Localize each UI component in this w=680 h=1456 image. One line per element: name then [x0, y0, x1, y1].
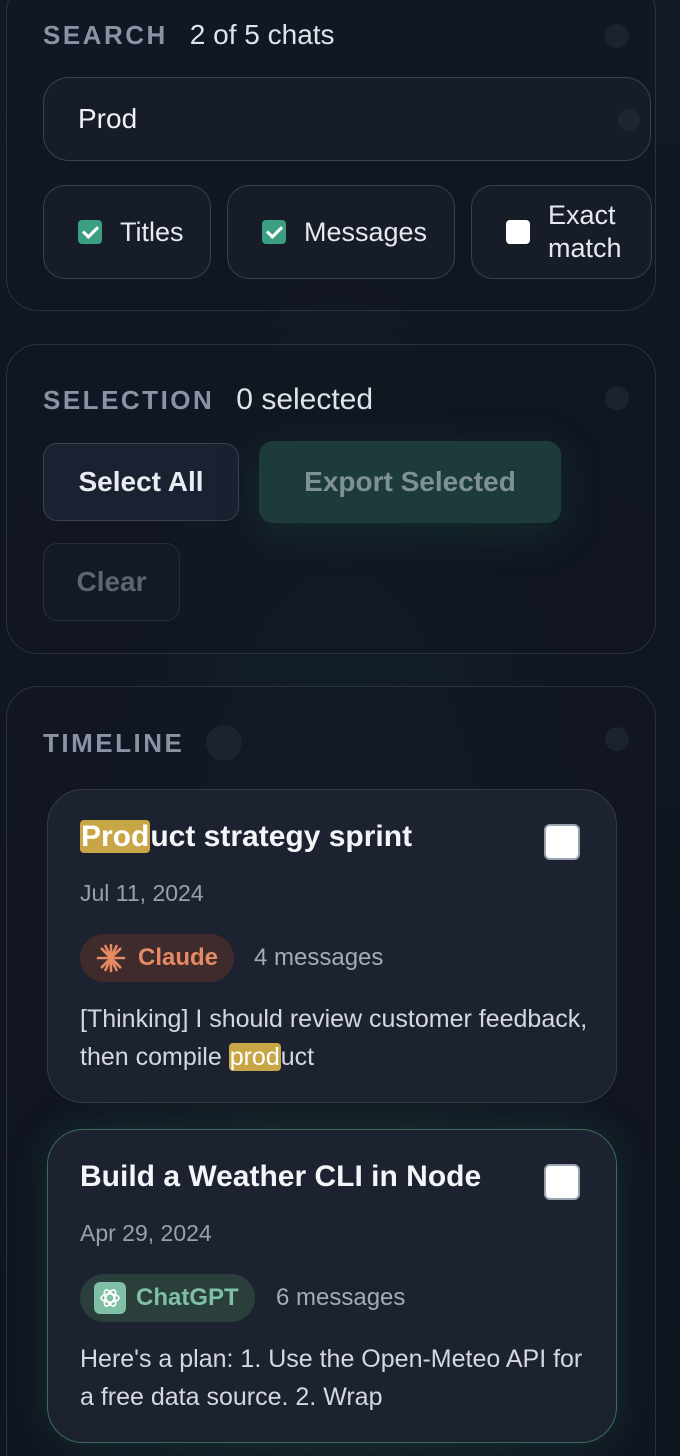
filter-exact-match[interactable]: Exact match — [471, 185, 652, 279]
claude-sunburst-icon — [94, 941, 128, 975]
clear-button[interactable]: Clear — [43, 543, 180, 621]
chat-card[interactable]: Build a Weather CLI in Node Apr 29, 2024… — [47, 1129, 617, 1443]
select-all-button[interactable]: Select All — [43, 443, 239, 521]
timeline-panel: TIMELINE Product strategy sprint Jul 11,… — [6, 686, 656, 1456]
selection-label: SELECTION — [43, 385, 215, 415]
search-header: SEARCH 2 of 5 chats — [43, 19, 335, 51]
source-name: ChatGPT — [136, 1284, 239, 1311]
search-label: SEARCH — [43, 20, 168, 50]
selection-panel: SELECTION 0 selected Select All Export S… — [6, 344, 656, 654]
chat-card-title: Product strategy sprint — [80, 820, 412, 854]
preview-text-after: uct — [280, 1043, 315, 1071]
panel-status-dot — [605, 386, 629, 410]
selection-count: 0 selected — [236, 383, 374, 416]
panel-status-dot — [605, 727, 629, 751]
timeline-header: TIMELINE — [43, 725, 243, 761]
message-count: 4 messages — [254, 944, 384, 971]
filter-exact-match-label-line1: Exact — [548, 200, 616, 230]
chatgpt-logo-icon — [94, 1282, 126, 1314]
search-panel: SEARCH 2 of 5 chats Prod Titles Messages… — [6, 0, 656, 311]
filter-titles-label: Titles — [120, 216, 184, 247]
filter-exact-match-text: Exact match — [548, 199, 622, 265]
timeline-indicator-dot — [206, 725, 243, 761]
title-rest: uct strategy sprint — [150, 820, 413, 853]
chat-card-title: Build a Weather CLI in Node — [80, 1160, 482, 1193]
title-match-highlight: Prod — [80, 820, 151, 853]
search-query-text: Prod — [78, 103, 138, 134]
search-status-dot — [618, 109, 640, 131]
search-result-count: 2 of 5 chats — [189, 19, 335, 50]
filter-messages-label: Messages — [304, 216, 428, 247]
chat-card-date: Apr 29, 2024 — [80, 1220, 212, 1246]
chat-card-checkbox[interactable] — [544, 824, 580, 860]
chat-card[interactable]: Product strategy sprint Jul 11, 2024 Cla… — [47, 789, 617, 1103]
filter-messages-checkbox[interactable] — [262, 220, 286, 244]
chat-card-date: Jul 11, 2024 — [80, 880, 204, 906]
preview-match-highlight: prod — [228, 1043, 281, 1071]
filter-messages[interactable]: Messages — [227, 185, 455, 279]
search-input[interactable]: Prod — [43, 77, 651, 161]
timeline-label: TIMELINE — [43, 727, 185, 758]
export-selected-button[interactable]: Export Selected — [259, 441, 561, 523]
selection-header: SELECTION 0 selected — [43, 383, 373, 417]
chat-card-preview: Here's a plan: 1. Use the Open-Meteo API… — [80, 1345, 583, 1411]
source-name: Claude — [138, 944, 219, 971]
filter-titles-checkbox[interactable] — [78, 220, 102, 244]
chat-card-preview: [Thinking] I should review customer feed… — [80, 1000, 600, 1076]
preview-text: [Thinking] I should review customer feed… — [80, 1005, 588, 1071]
filter-exact-match-checkbox[interactable] — [506, 220, 530, 244]
chat-card-checkbox[interactable] — [544, 1164, 580, 1200]
source-badge-claude: Claude — [80, 934, 235, 982]
message-count: 6 messages — [276, 1284, 406, 1311]
panel-status-dot — [605, 24, 629, 48]
filter-titles[interactable]: Titles — [43, 185, 211, 279]
filter-exact-match-label-line2: match — [548, 233, 622, 263]
source-badge-chatgpt: ChatGPT — [80, 1274, 255, 1322]
